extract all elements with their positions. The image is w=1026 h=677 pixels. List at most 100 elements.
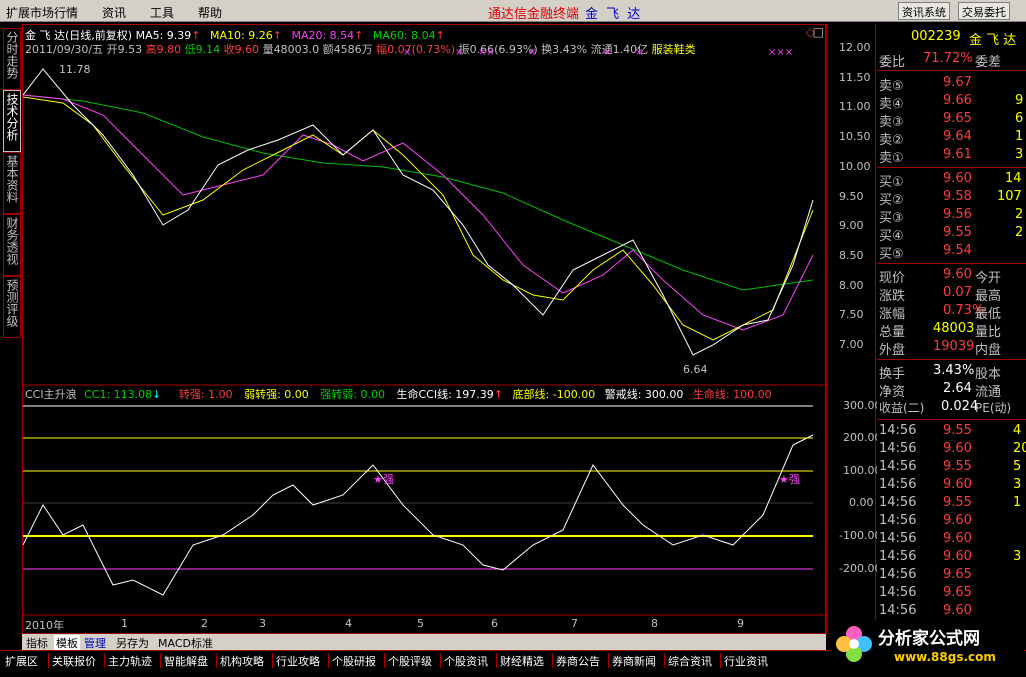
stat-eps-row: 收益(二) 0.024 PE(动) xyxy=(877,398,1026,416)
tab-finance[interactable]: 财务透视 xyxy=(3,214,21,276)
price-panel: × × ×× × × × ××× 11.78 6.64 xyxy=(23,47,814,376)
buy3-price: 9.56 xyxy=(943,207,972,222)
tick-time: 14:56 xyxy=(879,477,917,492)
cc1-value: CC1: 113.08 xyxy=(84,388,153,401)
tick-row: 14:56 9.60 3 xyxy=(877,476,1026,494)
task-broker-notice[interactable]: 券商公告 xyxy=(552,653,603,668)
bottom-tabs: 指标 模板 管理 另存为 MACD标准 xyxy=(22,634,826,651)
menu-extended-market[interactable]: 扩展市场行情 xyxy=(6,4,78,21)
tick-row: 14:56 9.60 xyxy=(877,602,1026,620)
tick-price: 9.60 xyxy=(943,603,972,618)
order-ratio-value: 71.72% xyxy=(923,51,973,66)
task-stock-rating[interactable]: 个股评级 xyxy=(384,653,435,668)
life-line-value: 生命线: 100.00 xyxy=(692,388,772,401)
tab-template[interactable]: 模板 xyxy=(54,635,80,651)
x-year-label: 2010年 xyxy=(25,619,64,632)
tab-indicator[interactable]: 指标 xyxy=(26,635,48,651)
task-stock-news[interactable]: 个股资讯 xyxy=(440,653,491,668)
tab-forecast[interactable]: 预测评级 xyxy=(3,276,21,338)
y-tick-8-5: 8.50 xyxy=(839,249,864,262)
tab-timeshare[interactable]: 分时走势 xyxy=(3,28,21,90)
x-month-7: 7 xyxy=(571,617,578,630)
sell3-vol: 6 xyxy=(1015,111,1024,126)
sell1-price: 9.61 xyxy=(943,147,972,162)
tick-price: 9.55 xyxy=(943,495,972,510)
task-industry-news[interactable]: 行业资讯 xyxy=(720,653,771,668)
stat-vol-row: 总量 48003 量比 xyxy=(877,320,1026,340)
stat-eps-label: 收益(二) xyxy=(879,401,925,415)
tick-price: 9.65 xyxy=(943,567,972,582)
tick-row: 14:56 9.60 3 xyxy=(877,548,1026,566)
y-axis: 12.00 11.50 11.00 10.50 10.00 9.50 9.00 … xyxy=(826,24,882,634)
weak-to-strong-value: 弱转强: 0.00 xyxy=(244,388,309,401)
y-tick-7: 7.00 xyxy=(839,338,864,351)
life-cci-value: 生命CCI线: 197.39 xyxy=(396,388,494,401)
buy1-row: 买① 9.60 14 xyxy=(877,170,1026,190)
task-institution[interactable]: 机构攻略 xyxy=(216,653,267,668)
sell2-row: 卖② 9.64 1 xyxy=(877,128,1026,148)
trade-order-button[interactable]: 交易委托 xyxy=(958,2,1010,20)
tab-manage[interactable]: 管理 xyxy=(84,635,106,651)
menu-bar: 扩展市场行情 资讯 工具 帮助 通达信金融终端金 飞 达 资讯系统 交易委托 xyxy=(0,0,1026,22)
chart-svg: × × ×× × × × ××× 11.78 6.64 ★强 ★强 xyxy=(23,47,827,616)
quote-header: 002239 金 飞 达 xyxy=(877,28,1026,48)
stat-price-value: 9.60 xyxy=(943,267,972,282)
y-tick-10: 10.00 xyxy=(839,160,871,173)
tick-time: 14:56 xyxy=(879,549,917,564)
strong-label-2: ★强 xyxy=(779,473,800,486)
tab-technical[interactable]: 技术分析 xyxy=(3,90,21,152)
tick-time: 14:56 xyxy=(879,459,917,474)
max-price-label: 11.78 xyxy=(59,63,91,76)
stat-change-value: 0.07 xyxy=(943,285,972,300)
buy2-price: 9.58 xyxy=(943,189,972,204)
buy2-row: 买② 9.58 107 xyxy=(877,188,1026,208)
task-smart-analysis[interactable]: 智能解盘 xyxy=(160,653,211,668)
side-tabs: 分时走势 技术分析 基本资料 财务透视 预测评级 xyxy=(2,24,22,634)
chart-area[interactable]: 金 飞 达(日线,前复权) MA5: 9.39↑ MA10: 9.26↑ MA2… xyxy=(22,24,827,634)
task-broker-news[interactable]: 券商新闻 xyxy=(608,653,659,668)
strong-to-weak-value: 强转弱: 0.00 xyxy=(320,388,385,401)
task-finance-selected[interactable]: 财经精选 xyxy=(496,653,547,668)
task-extension[interactable]: 扩展区 xyxy=(2,653,41,668)
strong-label-1: ★强 xyxy=(373,473,394,486)
stat-pe-label: PE(动) xyxy=(975,401,1012,415)
tick-price: 9.55 xyxy=(943,423,972,438)
brand-stock-name: 金 飞 达 xyxy=(585,7,643,22)
menu-tools[interactable]: 工具 xyxy=(150,4,174,21)
min-price-label: 6.64 xyxy=(683,363,708,376)
sell1-label: 卖① xyxy=(879,151,904,166)
menu-help[interactable]: 帮助 xyxy=(198,4,222,21)
tab-saveas[interactable]: 另存为 xyxy=(116,635,149,651)
buy1-vol: 14 xyxy=(1005,171,1022,186)
x-month-1: 1 xyxy=(121,617,128,630)
logo-url: www.88gs.com xyxy=(894,650,996,664)
buy2-vol: 107 xyxy=(997,189,1022,204)
x-month-8: 8 xyxy=(651,617,658,630)
stat-price-row: 现价 9.60 今开 xyxy=(877,266,1026,286)
order-ratio-label: 委比 xyxy=(879,55,906,70)
bottom-line-value: 底部线: -100.00 xyxy=(512,388,596,401)
warning-line-value: 警戒线: 300.00 xyxy=(604,388,684,401)
tab-timeshare-label: 分时走势 xyxy=(5,31,19,79)
order-ratio-row: 委比 71.72% 委差 xyxy=(877,50,1026,70)
menu-info[interactable]: 资讯 xyxy=(102,4,126,21)
stat-outer-row: 外盘 19039 内盘 xyxy=(877,338,1026,358)
task-industry-strategy[interactable]: 行业攻略 xyxy=(272,653,323,668)
ma10-line xyxy=(23,96,814,341)
tab-macd[interactable]: MACD标准 xyxy=(158,635,213,651)
site-logo: 分析家公式网 www.88gs.com xyxy=(830,620,1024,674)
y-tick-7-5: 7.50 xyxy=(839,308,864,321)
task-stock-research[interactable]: 个股研报 xyxy=(328,653,379,668)
info-system-button[interactable]: 资讯系统 xyxy=(898,2,950,20)
tab-basic-label: 基本资料 xyxy=(5,155,19,203)
task-general-news[interactable]: 综合资讯 xyxy=(664,653,715,668)
sell1-vol: 3 xyxy=(1015,147,1024,162)
cci-panel: ★强 ★强 xyxy=(23,405,814,596)
task-main-track[interactable]: 主力轨迹 xyxy=(104,653,155,668)
top-markers: × × ×× × × × ××× xyxy=(403,47,793,58)
buy5-price: 9.54 xyxy=(943,243,972,258)
task-related-quote[interactable]: 关联报价 xyxy=(48,653,99,668)
tick-volume: 20 xyxy=(1013,441,1026,456)
tab-basic[interactable]: 基本资料 xyxy=(3,152,21,214)
sell4-row: 卖④ 9.66 9 xyxy=(877,92,1026,112)
